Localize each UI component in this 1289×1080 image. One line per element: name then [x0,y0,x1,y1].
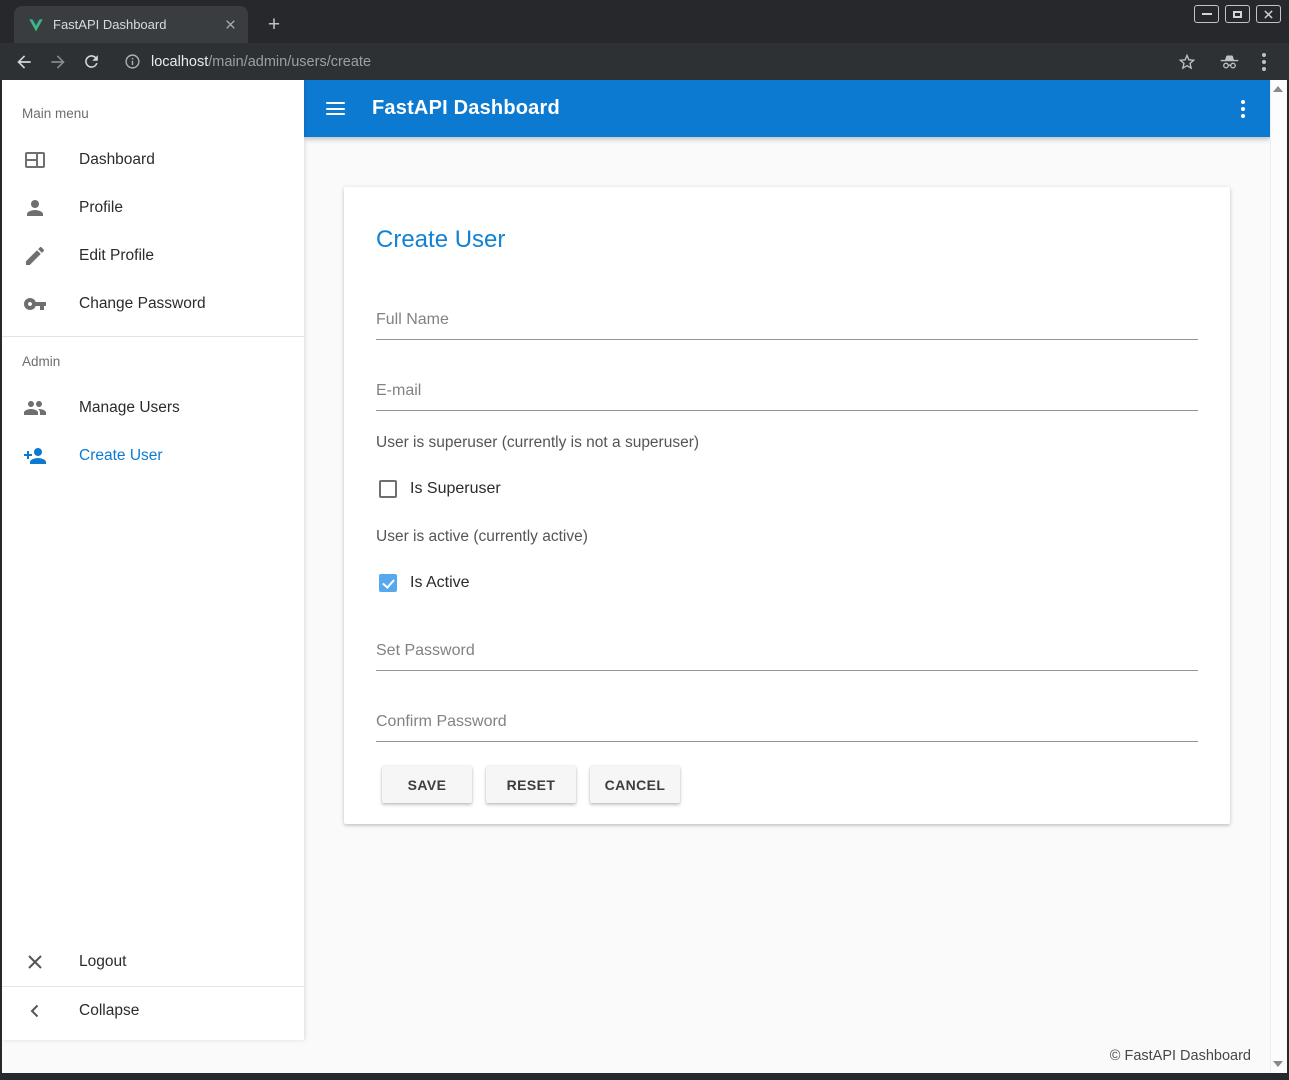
close-button[interactable] [1256,5,1281,23]
superuser-checkbox[interactable] [379,480,397,498]
save-button[interactable]: SAVE [382,766,472,803]
maximize-button[interactable] [1225,5,1250,23]
app-toolbar: FastAPI Dashboard [304,80,1271,137]
url-host: localhost [151,54,208,70]
browser-menu-kebab-icon[interactable] [1261,52,1267,72]
sidebar-item-label: Edit Profile [79,247,154,265]
sidebar-item-manage-users[interactable]: Manage Users [2,384,304,432]
superuser-checkbox-label: Is Superuser [410,480,501,498]
page-title: Create User [376,228,1198,252]
browser-addressbar: localhost/main/admin/users/create [0,43,1289,80]
vertical-scrollbar[interactable] [1270,80,1284,1073]
close-icon [23,950,47,974]
new-tab-button[interactable]: + [262,13,286,37]
browser-window: FastAPI Dashboard + localh [0,0,1289,1080]
tab-title: FastAPI Dashboard [53,17,222,32]
sidebar-section-main-menu: Main menu [22,80,304,121]
sidebar-item-profile[interactable]: Profile [2,184,304,232]
create-user-card: Create User User is superuser (currently… [344,187,1230,824]
set-password-input[interactable] [376,642,1198,671]
group-icon [23,396,47,420]
sidebar-item-collapse[interactable]: Collapse [2,987,304,1035]
reload-icon[interactable] [82,52,102,72]
close-icon [1263,9,1274,20]
pencil-icon [23,244,47,268]
hamburger-menu-icon[interactable] [326,102,345,115]
sidebar-item-label: Manage Users [79,399,180,417]
sidebar-item-label: Collapse [79,1002,139,1020]
page-viewport: FastAPI Dashboard Main menu Dashboard Pr… [2,80,1287,1073]
email-input[interactable] [376,382,1198,411]
maximize-icon [1233,11,1242,18]
toolbar-kebab-icon[interactable] [1241,100,1245,118]
back-icon[interactable] [14,52,34,72]
page-footer: © FastAPI Dashboard [2,1040,1271,1073]
app-title: FastAPI Dashboard [372,97,560,120]
sidebar-bottom: Logout Collapse [2,938,304,1035]
full-name-input[interactable] [376,311,1198,340]
sidebar-item-label: Logout [79,953,126,971]
person-icon [23,196,47,220]
dashboard-icon [23,148,47,172]
scroll-down-icon[interactable] [1273,1061,1283,1067]
page-info-icon[interactable] [124,53,141,70]
sidebar-item-label: Dashboard [79,151,155,169]
url-path: /main/admin/users/create [208,54,371,70]
scroll-up-icon[interactable] [1273,86,1283,92]
sidebar-divider [2,336,304,337]
sidebar-section-admin: Admin [22,354,304,369]
browser-tab[interactable]: FastAPI Dashboard [14,6,248,43]
superuser-hint: User is superuser (currently is not a su… [376,434,1198,452]
minimize-button[interactable] [1194,5,1219,23]
cancel-button[interactable]: CANCEL [590,766,680,803]
url-text: localhost/main/admin/users/create [151,54,371,70]
incognito-icon [1219,52,1239,72]
sidebar-item-logout[interactable]: Logout [2,938,304,986]
sidebar-item-create-user[interactable]: Create User [2,432,304,480]
forward-icon[interactable] [48,52,68,72]
active-hint: User is active (currently active) [376,528,1198,546]
chevron-left-icon [23,999,47,1023]
sidebar-item-label: Change Password [79,295,206,313]
copyright-text: © FastAPI Dashboard [1110,1048,1251,1064]
form-actions: SAVE RESET CANCEL [382,766,1198,803]
active-checkbox-label: Is Active [410,574,470,592]
vue-favicon-icon [28,17,44,33]
minimize-icon [1202,13,1212,15]
browser-titlebar: FastAPI Dashboard + [0,0,1289,43]
sidebar-item-label: Create User [79,447,163,465]
active-checkbox-row[interactable]: Is Active [379,574,1198,592]
key-icon [23,292,47,316]
sidebar-item-change-password[interactable]: Change Password [2,280,304,328]
sidebar-item-dashboard[interactable]: Dashboard [2,136,304,184]
url-field[interactable]: localhost/main/admin/users/create [124,53,1177,70]
person-add-icon [23,444,47,468]
superuser-checkbox-row[interactable]: Is Superuser [379,480,1198,498]
window-controls [1194,5,1281,23]
sidebar-nav: Main menu Dashboard Profile Edit Profile [2,80,304,1040]
tab-close-icon[interactable] [222,17,238,33]
bookmark-star-icon[interactable] [1177,52,1197,72]
confirm-password-input[interactable] [376,713,1198,742]
sidebar-item-edit-profile[interactable]: Edit Profile [2,232,304,280]
active-checkbox[interactable] [379,574,397,592]
reset-button[interactable]: RESET [486,766,576,803]
sidebar-item-label: Profile [79,199,123,217]
